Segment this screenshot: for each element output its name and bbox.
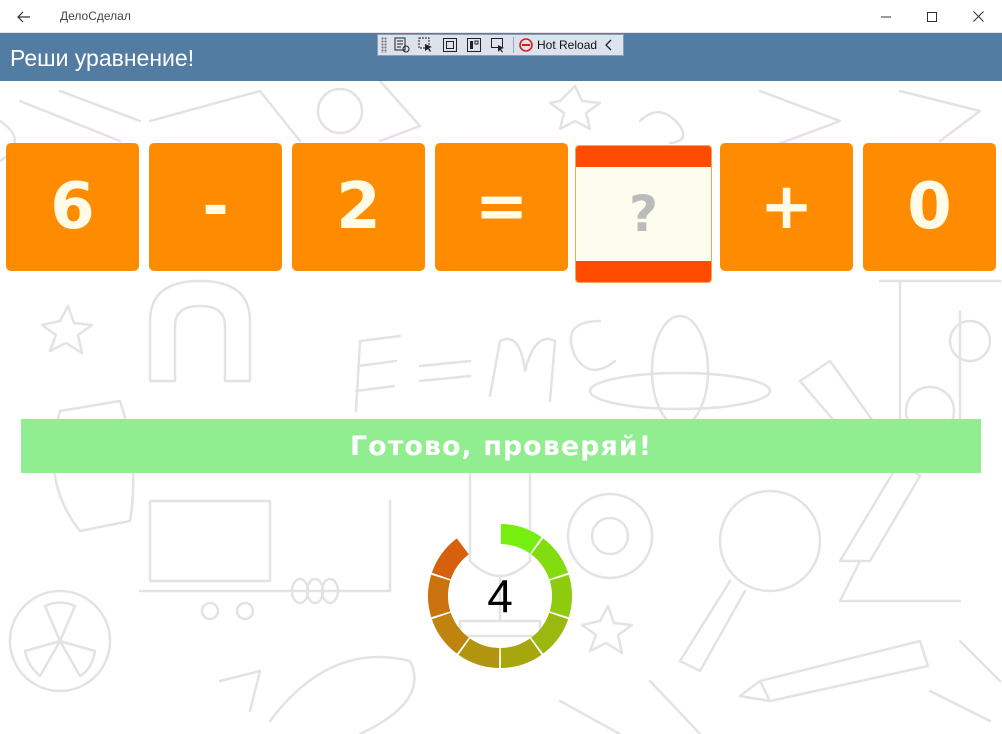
- equation-tile-operator-minus: -: [149, 143, 282, 271]
- collapse-toolbar-button[interactable]: [605, 39, 613, 51]
- hot-reload-label: Hot Reload: [537, 38, 598, 52]
- check-answer-button[interactable]: Готово, проверяй!: [21, 419, 981, 473]
- answer-input[interactable]: ?: [575, 145, 712, 283]
- close-icon: [972, 11, 984, 22]
- back-arrow-icon: [17, 11, 30, 22]
- title-bar: ДелоСделал: [0, 0, 1002, 33]
- answer-placeholder: ?: [628, 185, 658, 243]
- layout-adorners-icon: [443, 38, 457, 52]
- select-element-button[interactable]: [414, 36, 438, 54]
- back-button[interactable]: [0, 0, 48, 33]
- live-visual-tree-button[interactable]: [390, 36, 414, 54]
- hot-reload-button[interactable]: Hot Reload: [519, 38, 597, 52]
- equation-tile-operator-plus: +: [720, 143, 853, 271]
- chevron-left-icon: [605, 39, 612, 51]
- equation-tile-operand-2: 2: [292, 143, 425, 271]
- equation-tile-operand-1: 6: [6, 143, 139, 271]
- app-title: ДелоСделал: [60, 9, 131, 23]
- binding-failures-button[interactable]: [486, 36, 510, 54]
- minimize-button[interactable]: [863, 0, 909, 33]
- live-tree-icon: [394, 37, 410, 53]
- countdown-timer: 4: [425, 521, 575, 671]
- toolbar-grip[interactable]: [381, 37, 387, 53]
- answer-input-top-bar: [576, 146, 711, 167]
- content-area: 6 - 2 = ? + 0 Готово, проверяй! 4: [0, 81, 1002, 734]
- timer-value: 4: [487, 570, 513, 622]
- close-button[interactable]: [955, 0, 1001, 33]
- equation-tile-operand-3: 0: [863, 143, 996, 271]
- hot-reload-icon: [519, 38, 533, 52]
- minimize-icon: [881, 16, 891, 17]
- answer-input-bottom-bar: [576, 261, 711, 282]
- track-focus-button[interactable]: [462, 36, 486, 54]
- equation-tile-equals: =: [435, 143, 568, 271]
- track-focus-icon: [467, 38, 481, 52]
- maximize-icon: [927, 11, 937, 22]
- display-layout-adorners-button[interactable]: [438, 36, 462, 54]
- maximize-button[interactable]: [909, 0, 955, 33]
- toolbar-separator: [513, 37, 514, 53]
- binding-failures-icon: [491, 38, 504, 53]
- page-title: Реши уравнение!: [10, 45, 195, 71]
- select-element-icon: [418, 37, 432, 52]
- debug-toolbar: Hot Reload: [377, 34, 624, 56]
